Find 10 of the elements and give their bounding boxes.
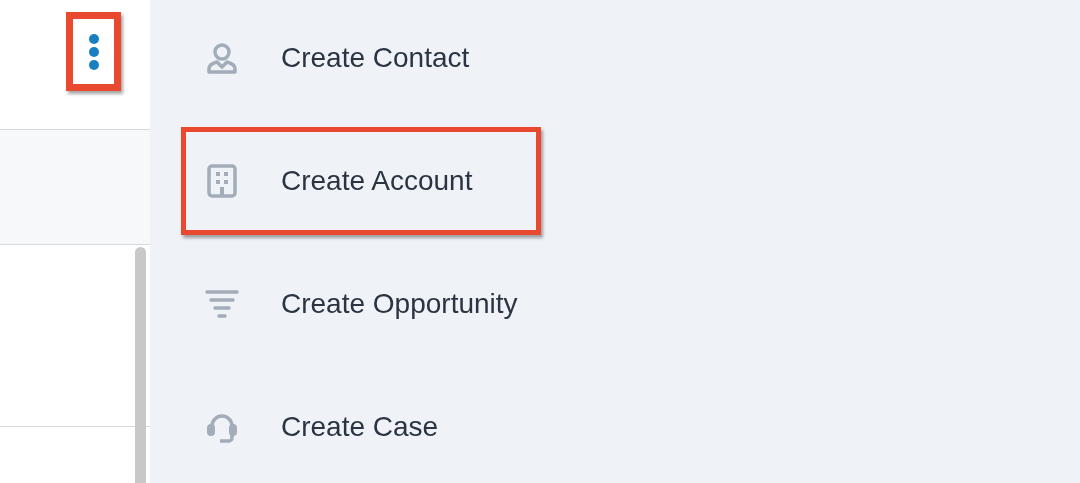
menu-item[interactable]: Create Account (181, 127, 541, 235)
kebab-menu-icon (87, 32, 100, 71)
person-icon (205, 41, 239, 75)
menu-item[interactable]: Create Contact (181, 4, 541, 112)
filter-icon (205, 289, 239, 319)
building-icon (207, 164, 237, 198)
more-options-button[interactable] (66, 12, 121, 91)
menu-item[interactable]: Create Opportunity (181, 250, 541, 358)
scrollbar[interactable] (135, 247, 146, 483)
menu-item[interactable]: Create Case (181, 373, 541, 481)
